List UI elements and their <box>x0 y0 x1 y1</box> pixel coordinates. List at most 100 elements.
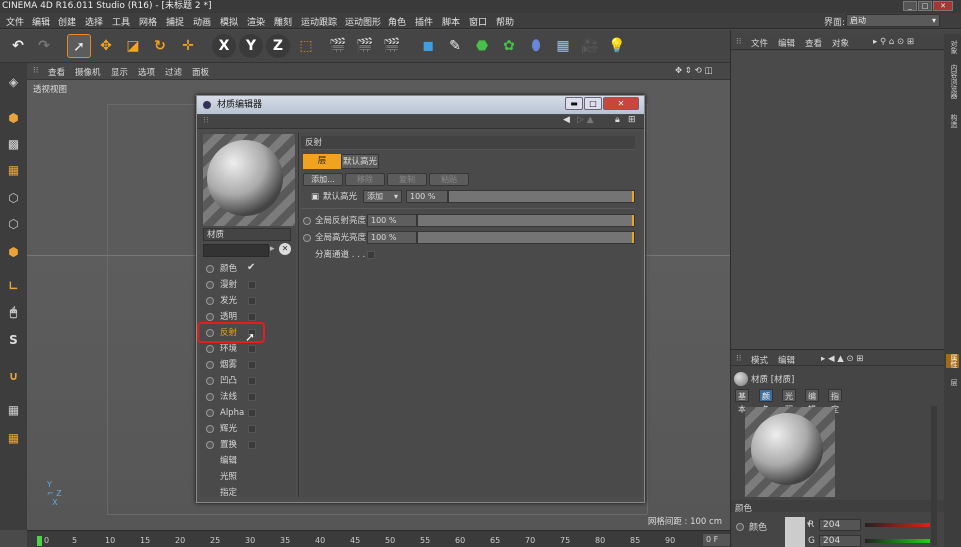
object-menu-objects[interactable]: 对象 <box>832 37 849 49</box>
tab-illumination[interactable]: 光照 <box>782 389 796 414</box>
channel-displacement[interactable]: 置换 <box>206 438 294 452</box>
global-reflection-slider[interactable] <box>417 214 635 227</box>
render-settings-icon[interactable]: 🎬 <box>380 34 404 58</box>
animation-radio-icon[interactable] <box>206 377 214 385</box>
menu-snap[interactable]: 捕捉 <box>166 15 184 28</box>
lock-workplane-icon[interactable]: ▦ <box>2 399 25 421</box>
menu-select[interactable]: 选择 <box>85 15 103 28</box>
channel-checkbox[interactable] <box>248 313 256 321</box>
channel-checkbox[interactable] <box>248 345 256 353</box>
nav-back-icon[interactable]: ◀ <box>563 115 570 125</box>
channel-checkbox[interactable] <box>248 425 256 433</box>
side-tab-structure[interactable]: 构造 <box>946 114 959 128</box>
animation-radio-icon[interactable] <box>303 217 311 225</box>
edges-mode-icon[interactable]: ⬡ <box>2 213 25 235</box>
undo-icon[interactable]: ↶ <box>6 34 30 58</box>
channel-alpha[interactable]: Alpha <box>206 406 294 420</box>
animation-radio-icon[interactable] <box>206 297 214 305</box>
select-arrow-icon[interactable]: ➚ <box>67 34 91 58</box>
blend-value-field[interactable]: 100 % <box>406 190 448 203</box>
menu-window[interactable]: 窗口 <box>469 15 487 28</box>
copy-layer-button[interactable]: 复制 <box>387 173 427 186</box>
color-swatch[interactable] <box>785 517 805 547</box>
global-specular-field[interactable]: 100 % <box>367 231 417 244</box>
lock-icon[interactable]: 🔒︎ <box>615 115 620 125</box>
y-axis-icon[interactable]: Y <box>239 34 263 58</box>
last-tool-icon[interactable]: ✛ <box>176 34 200 58</box>
material-search-field[interactable] <box>203 244 269 257</box>
magnet-icon[interactable]: ∪ <box>2 365 25 387</box>
camera-icon[interactable]: 🎥 <box>578 34 602 58</box>
object-manager-tools-icon[interactable]: ▸ ⚲ ⌂ ⊙ ⊞ <box>873 37 914 47</box>
channel-bump[interactable]: 凹凸 <box>206 374 294 388</box>
planar-workplane-icon[interactable]: ▦ <box>2 427 25 449</box>
deformer-icon[interactable]: ⬮ <box>524 34 548 58</box>
viewport-nav-icon[interactable]: ✥ ⇕ ⟲ ◫ <box>675 66 713 76</box>
animation-radio-icon[interactable] <box>206 393 214 401</box>
checkmark-icon[interactable]: ✔ <box>247 261 255 275</box>
blend-slider[interactable] <box>448 190 635 203</box>
viewport-menu-options[interactable]: 选项 <box>138 66 155 78</box>
move-icon[interactable]: ✥ <box>94 34 118 58</box>
r-value-field[interactable]: 204 <box>819 519 861 531</box>
menu-help[interactable]: 帮助 <box>496 15 514 28</box>
dialog-maximize-button[interactable]: □ <box>584 97 602 110</box>
default-specular-label[interactable]: 默认高光 <box>323 190 357 204</box>
remove-layer-button[interactable]: 移除 <box>345 173 385 186</box>
viewport-menu-cameras[interactable]: 摄像机 <box>75 66 101 78</box>
r-slider[interactable] <box>865 523 930 527</box>
light-icon[interactable]: 💡 <box>605 34 629 58</box>
menu-tools[interactable]: 工具 <box>112 15 130 28</box>
default-specular-layer-button[interactable]: 默认高光 <box>341 154 379 169</box>
floor-icon[interactable]: ▦ <box>551 34 575 58</box>
menu-plugins[interactable]: 插件 <box>415 15 433 28</box>
menu-sculpt[interactable]: 雕刻 <box>274 15 292 28</box>
animation-radio-icon[interactable] <box>206 361 214 369</box>
dialog-titlebar[interactable]: 材质编辑器 ▬ □ ✕ <box>197 96 644 114</box>
animation-radio-icon[interactable] <box>206 409 214 417</box>
global-reflection-field[interactable]: 100 % <box>367 214 417 227</box>
channel-checkbox[interactable] <box>248 441 256 449</box>
arrow-right-icon[interactable]: ▸ <box>270 244 275 254</box>
menu-mesh[interactable]: 网格 <box>139 15 157 28</box>
menu-simulate[interactable]: 模拟 <box>220 15 238 28</box>
scale-icon[interactable]: ◪ <box>121 34 145 58</box>
spline-pen-icon[interactable]: ✎ <box>443 34 467 58</box>
dialog-close-button[interactable]: ✕ <box>603 97 639 110</box>
texture-mode-icon[interactable]: ▩ <box>2 133 25 155</box>
z-axis-icon[interactable]: Z <box>266 34 290 58</box>
channel-editor[interactable]: 编辑 <box>206 454 294 468</box>
array-icon[interactable]: ✿ <box>497 34 521 58</box>
render-view-icon[interactable]: 🎬 <box>326 34 350 58</box>
dialog-divider[interactable] <box>298 132 299 497</box>
side-tab-content-browser[interactable]: 内容浏览器 <box>946 64 959 99</box>
channel-normal[interactable]: 法线 <box>206 390 294 404</box>
channel-fog[interactable]: 烟雾 <box>206 358 294 372</box>
side-tab-objects[interactable]: 对象 <box>946 40 959 54</box>
tweak-mode-icon[interactable]: 🖱 <box>2 301 25 323</box>
channel-diffusion[interactable]: 漫射 <box>206 278 294 292</box>
viewport-menu-display[interactable]: 显示 <box>111 66 128 78</box>
animation-radio-icon[interactable] <box>206 281 214 289</box>
cube-icon[interactable]: ◼ <box>416 34 440 58</box>
nav-forward-icon[interactable]: ▷ ▲ <box>577 115 594 125</box>
nurbs-icon[interactable]: ⬣ <box>470 34 494 58</box>
maximize-button[interactable]: □ <box>918 1 932 11</box>
channel-illumination[interactable]: 光照 <box>206 470 294 484</box>
channel-checkbox[interactable] <box>248 281 256 289</box>
minimize-button[interactable]: _ <box>903 1 917 11</box>
channel-checkbox[interactable] <box>248 409 256 417</box>
layer-button[interactable]: 层 <box>303 154 341 169</box>
animation-radio-icon[interactable] <box>206 425 214 433</box>
paste-layer-button[interactable]: 粘贴 <box>429 173 469 186</box>
attribute-nav-icon[interactable]: ▸ ◀ ▲ ⊙ ⊞ <box>821 354 863 364</box>
viewport-menu-view[interactable]: 查看 <box>48 66 65 78</box>
menu-animate[interactable]: 动画 <box>193 15 211 28</box>
tab-assign[interactable]: 指定 <box>828 389 842 414</box>
animation-radio-icon[interactable] <box>206 265 214 273</box>
menu-create[interactable]: 创建 <box>58 15 76 28</box>
x-axis-icon[interactable]: X <box>212 34 236 58</box>
channel-checkbox[interactable] <box>248 297 256 305</box>
make-editable-icon[interactable]: ◈ <box>2 71 25 93</box>
g-slider[interactable] <box>865 539 930 543</box>
